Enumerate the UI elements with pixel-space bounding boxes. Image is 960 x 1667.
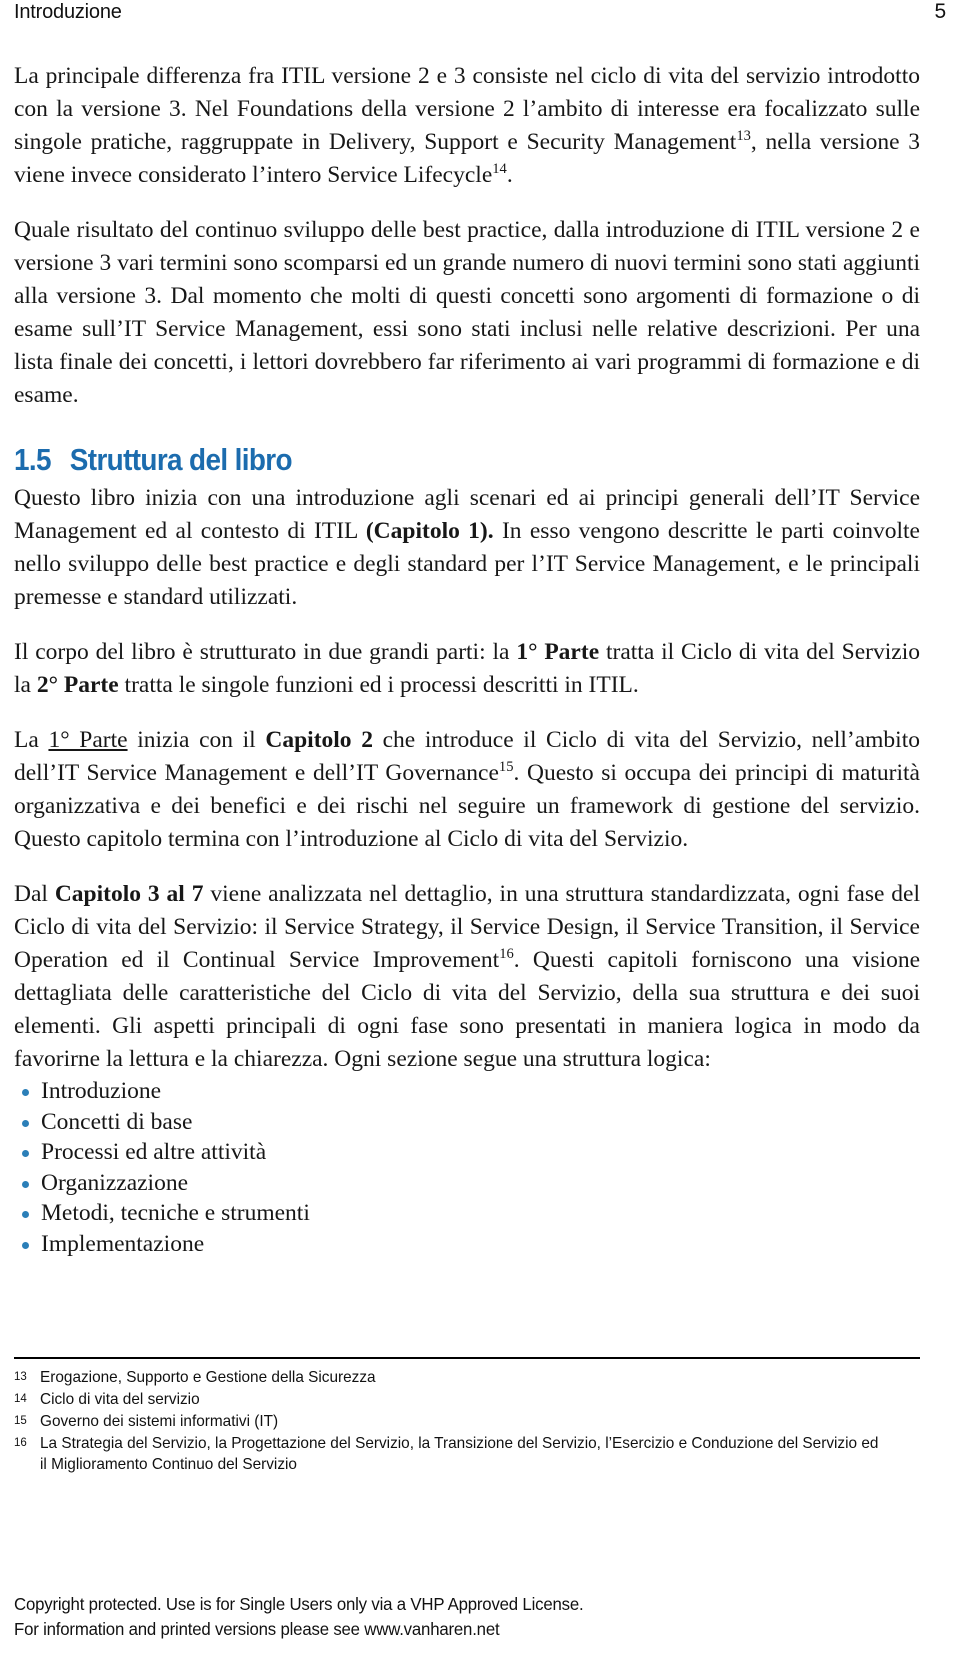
- copyright-line-2: For information and printed versions ple…: [14, 1619, 500, 1639]
- footnote-ref-16[interactable]: 16: [499, 946, 514, 962]
- inline-bold-prima-parte: 1° Parte: [516, 639, 600, 665]
- inline-bold-capitolo-2: Capitolo 2: [265, 727, 373, 753]
- bullet-dot-icon: [22, 1241, 29, 1249]
- list-item: Implementazione: [14, 1229, 920, 1260]
- paragraph-intro-differenza: La principale differenza fra ITIL versio…: [14, 60, 920, 192]
- paragraph-corpo-del-libro: Il corpo del libro è strutturato in due …: [14, 636, 920, 702]
- list-item-label: Concetti di base: [41, 1108, 193, 1135]
- paragraph-prima-parte-capitolo-2: La 1° Parte inizia con il Capitolo 2 che…: [14, 724, 920, 856]
- inline-bold-seconda-parte: 2° Parte: [36, 672, 119, 698]
- list-item-label: Organizzazione: [41, 1169, 189, 1196]
- footnote-text: Governo dei sistemi informativi (IT): [40, 1413, 279, 1430]
- footnote-ref-14[interactable]: 14: [492, 161, 507, 177]
- list-item: Metodi, tecniche e strumenti: [14, 1198, 920, 1229]
- footnote-marker: 13: [14, 1371, 27, 1383]
- footnote-entry: 14 Ciclo di vita del servizio: [14, 1389, 920, 1410]
- paragraph-text-part: Il corpo del libro è strutturato in due …: [14, 639, 517, 665]
- list-item-label: Processi ed altre attività: [41, 1139, 267, 1165]
- bullet-dot-icon: [22, 1180, 29, 1188]
- bullet-dot-icon: [22, 1150, 29, 1157]
- inline-bold-capitolo-1: (Capitolo 1).: [365, 518, 494, 544]
- footnote-ref-15[interactable]: 15: [499, 759, 514, 775]
- bullet-dot-icon: [22, 1089, 29, 1096]
- footnote-text: Ciclo di vita del servizio: [40, 1391, 200, 1408]
- page-number: 5: [934, 0, 947, 23]
- section-heading-title: Struttura del libro: [69, 442, 293, 477]
- page-body: La principale differenza fra ITIL versio…: [14, 60, 920, 1259]
- inline-underline-prima-parte: 1° Parte: [48, 727, 128, 753]
- document-page: Introduzione 5 La principale differenza …: [0, 0, 960, 1667]
- paragraph-capitolo-3-al-7: Dal Capitolo 3 al 7 viene analizzata nel…: [14, 878, 920, 1076]
- running-head-chapter-title: Introduzione: [14, 1, 122, 23]
- footnote-entry: 13 Erogazione, Supporto e Gestione della…: [14, 1367, 920, 1388]
- paragraph-text-part: inizia con il: [127, 727, 266, 753]
- paragraph-questo-libro: Questo libro inizia con una introduzione…: [14, 482, 920, 614]
- bullet-dot-icon: [22, 1119, 29, 1127]
- footnote-marker: 16: [14, 1437, 27, 1449]
- footnote-separator-rule: [14, 1357, 920, 1359]
- footnote-text: Erogazione, Supporto e Gestione della Si…: [40, 1369, 376, 1386]
- footnote-entry: 16 La Strategia del Servizio, la Progett…: [14, 1433, 920, 1475]
- footnote-entry: 15 Governo dei sistemi informativi (IT): [14, 1411, 920, 1432]
- list-item: Organizzazione: [14, 1168, 920, 1199]
- list-item: Introduzione: [14, 1076, 920, 1107]
- paragraph-text-part: La: [14, 727, 49, 753]
- section-heading-number: 1.5: [14, 442, 52, 477]
- paragraph-quale-risultato: Quale risultato del continuo sviluppo de…: [14, 217, 920, 408]
- list-item: Concetti di base: [14, 1107, 920, 1138]
- paragraph-text-part: tratta le singole funzioni ed i processi…: [118, 672, 639, 698]
- copyright-line-1: Copyright protected. Use is for Single U…: [14, 1594, 584, 1614]
- inline-bold-capitolo-3-al-7: Capitolo 3 al 7: [54, 881, 204, 907]
- section-heading-1-5: 1.5 Struttura del libro: [14, 442, 829, 478]
- footnote-ref-13[interactable]: 13: [736, 128, 751, 144]
- list-item-label: Implementazione: [41, 1230, 205, 1257]
- footnote-marker: 14: [14, 1393, 27, 1405]
- paragraph-text-part: Dal: [14, 881, 55, 907]
- footnote-text: La Strategia del Servizio, la Progettazi…: [40, 1435, 879, 1473]
- section-structure-list: Introduzione Concetti di base Processi e…: [14, 1076, 920, 1259]
- copyright-footer: Copyright protected. Use is for Single U…: [14, 1592, 920, 1642]
- footnote-marker: 15: [14, 1415, 27, 1427]
- list-item: Processi ed altre attività: [14, 1137, 920, 1168]
- footnote-area: 13 Erogazione, Supporto e Gestione della…: [14, 1357, 920, 1476]
- list-item-label: Introduzione: [41, 1078, 162, 1104]
- paragraph-text-part: .: [506, 162, 513, 188]
- bullet-dot-icon: [22, 1211, 29, 1218]
- running-head: Introduzione 5: [14, 0, 946, 34]
- list-item-label: Metodi, tecniche e strumenti: [41, 1200, 310, 1226]
